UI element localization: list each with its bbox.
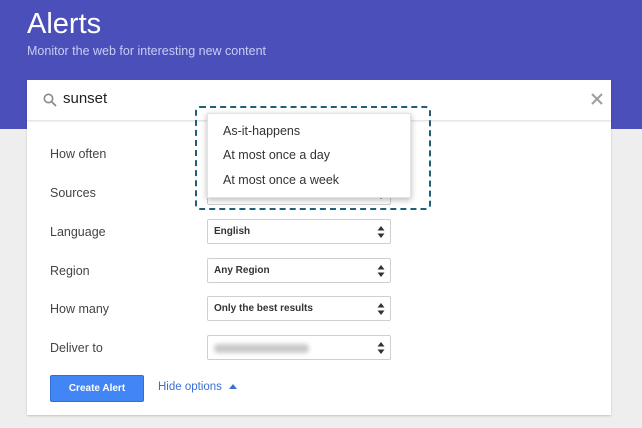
create-alert-button[interactable]: Create Alert xyxy=(50,375,144,402)
close-icon[interactable] xyxy=(589,91,605,107)
hide-options-link[interactable]: Hide options xyxy=(158,381,238,393)
caret-up-icon xyxy=(229,384,238,390)
redacted-email xyxy=(214,344,309,353)
dropdown-option-once-a-week[interactable]: At most once a week xyxy=(223,173,339,187)
region-value: Any Region xyxy=(214,265,270,276)
sources-label: Sources xyxy=(50,186,96,200)
how-many-value: Only the best results xyxy=(214,303,313,314)
select-arrows-icon xyxy=(377,265,385,277)
language-value: English xyxy=(214,226,251,237)
page-subtitle: Monitor the web for interesting new cont… xyxy=(27,44,267,58)
select-arrows-icon xyxy=(377,342,385,354)
select-arrows-icon xyxy=(377,226,385,238)
how-often-dropdown: As-it-happens At most once a day At most… xyxy=(207,113,411,198)
dropdown-option-as-it-happens[interactable]: As-it-happens xyxy=(223,124,300,138)
page-title: Alerts xyxy=(27,8,102,40)
region-select[interactable]: Any Region xyxy=(207,258,391,283)
region-label: Region xyxy=(50,264,90,278)
deliver-to-select[interactable] xyxy=(207,335,391,360)
search-query: sunset xyxy=(63,90,108,107)
dropdown-option-once-a-day[interactable]: At most once a day xyxy=(223,148,330,162)
how-many-select[interactable]: Only the best results xyxy=(207,296,391,321)
language-label: Language xyxy=(50,225,106,239)
deliver-to-label: Deliver to xyxy=(50,341,103,355)
search-icon xyxy=(43,93,57,107)
how-often-label: How often xyxy=(50,147,107,161)
language-select[interactable]: English xyxy=(207,219,391,244)
hide-options-label: Hide options xyxy=(158,381,222,393)
select-arrows-icon xyxy=(377,303,385,315)
how-many-label: How many xyxy=(50,302,110,316)
